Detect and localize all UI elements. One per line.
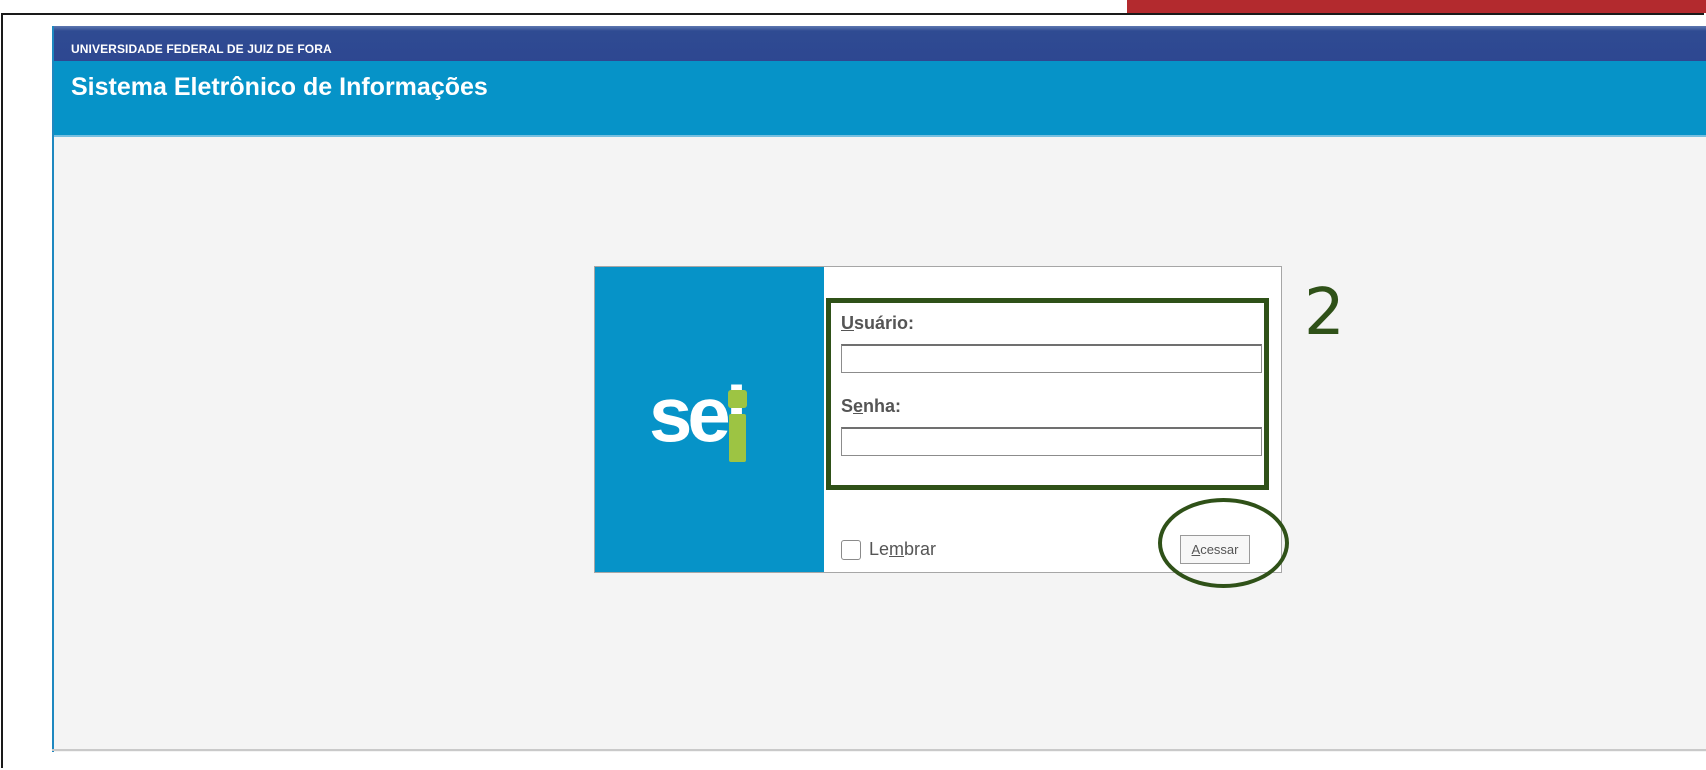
slide-accent-bar: [1127, 0, 1706, 13]
institution-bar: UNIVERSIDADE FEDERAL DE JUIZ DE FORA: [54, 26, 1706, 61]
system-header: Sistema Eletrônico de Informações: [54, 61, 1706, 137]
sei-logo-exclamation-stem-icon: [729, 414, 746, 462]
annotation-highlight-ellipse: [1158, 498, 1289, 588]
remember-label-first: Le: [869, 539, 890, 559]
system-title: Sistema Eletrônico de Informações: [71, 73, 488, 101]
logo-panel: sei: [595, 267, 824, 572]
annotation-highlight-box: [826, 298, 1269, 490]
remember-label-rest: brar: [904, 539, 937, 559]
remember-label-accesskey: m: [889, 539, 905, 559]
page-bottom-border: [52, 749, 1706, 751]
annotation-step-number: 2: [1304, 276, 1345, 350]
sei-logo-exclamation-dot-icon: [728, 390, 747, 408]
remember-label[interactable]: Lembrar: [869, 539, 936, 560]
institution-name: UNIVERSIDADE FEDERAL DE JUIZ DE FORA: [71, 42, 332, 56]
remember-checkbox[interactable]: [841, 540, 861, 560]
